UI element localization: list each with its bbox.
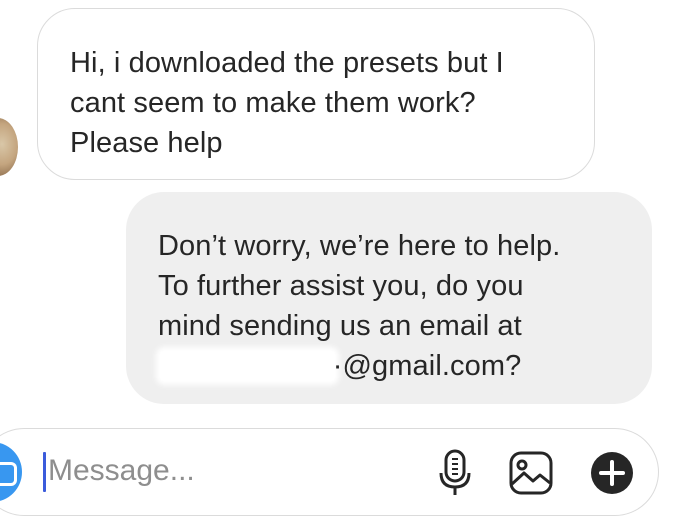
email-domain-text: ·@gmail.com? <box>332 350 522 382</box>
microphone-icon <box>439 449 471 495</box>
more-options-button[interactable] <box>587 448 637 498</box>
outgoing-message-line: Don’t worry, we’re here to help. <box>158 230 561 262</box>
message-input[interactable] <box>48 449 408 493</box>
text-cursor <box>43 452 46 492</box>
redacted-email-block <box>159 351 335 381</box>
incoming-message-line: cant seem to make them work? <box>70 87 476 119</box>
sender-avatar[interactable] <box>0 118 18 176</box>
chat-thread: Hi, i downloaded the presets but I cant … <box>0 0 675 523</box>
plus-circle-icon <box>591 452 633 494</box>
camera-icon <box>0 462 17 486</box>
outgoing-message-email-line: ··@gmail.com? <box>158 346 632 386</box>
outgoing-message-bubble[interactable]: Don’t worry, we’re here to help. To furt… <box>126 192 652 404</box>
incoming-message-bubble[interactable]: Hi, i downloaded the presets but I cant … <box>37 8 595 180</box>
outgoing-message-line: mind sending us an email at <box>158 310 522 342</box>
incoming-message-line: Hi, i downloaded the presets but I <box>70 47 504 79</box>
photo-gallery-button[interactable] <box>506 448 556 498</box>
incoming-message-line: Please help <box>70 127 223 159</box>
photo-gallery-icon <box>509 451 553 495</box>
microphone-button[interactable] <box>430 448 480 498</box>
outgoing-message-line: To further assist you, do you <box>158 270 524 302</box>
